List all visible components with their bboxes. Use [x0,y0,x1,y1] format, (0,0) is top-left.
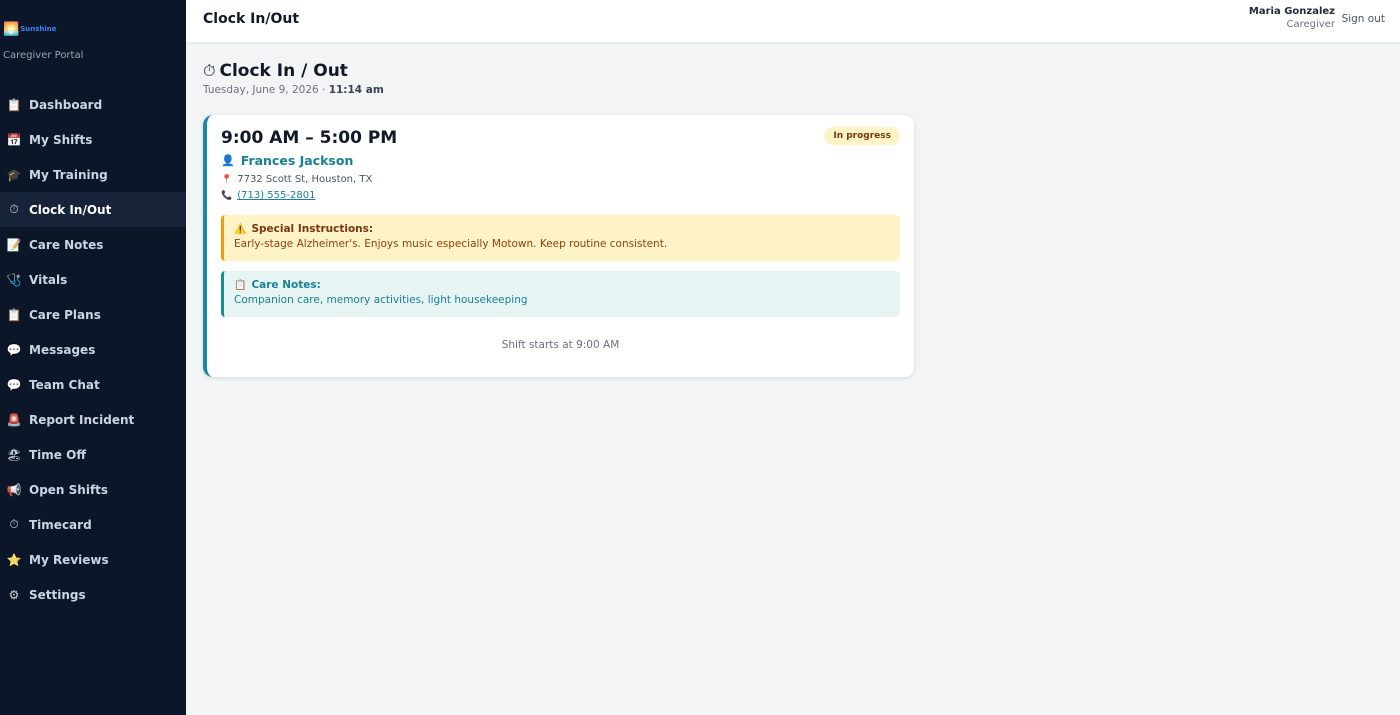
brand-logo[interactable]: 🌅 Sunshine [0,0,186,40]
stopwatch-icon: ⏱ [203,61,216,80]
phone-row: 📞 (713) 555-2801 [221,190,315,201]
messages-icon: 💬 [6,342,22,357]
date-text: Tuesday, June 9, 2026 · [203,84,329,96]
sidebar-item-team-chat[interactable]: 💬 Team Chat [0,367,186,402]
care-notes-label: Care Notes: [251,279,321,291]
team-chat-icon: 💬 [6,377,22,392]
brand-logo-text: Sunshine [20,25,57,33]
topbar: Clock In/Out Maria Gonzalez Caregiver Si… [186,0,1400,43]
current-date: Tuesday, June 9, 2026 · 11:14 am [203,84,384,96]
care-plans-icon: 📋 [6,307,22,322]
sidebar-item-dashboard[interactable]: 📋 Dashboard [0,87,186,122]
special-instructions-title: ⚠️ Special Instructions: [234,223,890,235]
sidebar-item-label: Settings [29,587,86,602]
portal-label: Caregiver Portal [3,50,84,61]
sun-logo-icon: 🌅 [3,21,20,37]
sidebar-item-open-shifts[interactable]: 📢 Open Shifts [0,472,186,507]
sidebar-item-my-reviews[interactable]: ⭐ My Reviews [0,542,186,577]
heading-text: Clock In / Out [219,61,348,81]
user-info: Maria Gonzalez Caregiver [1249,6,1335,30]
sidebar-item-care-plans[interactable]: 📋 Care Plans [0,297,186,332]
care-notes-box: 📋 Care Notes: Companion care, memory act… [221,271,900,317]
location-pin-icon: 📍 [221,174,233,185]
sidebar-item-messages[interactable]: 💬 Messages [0,332,186,367]
status-badge: In progress [824,127,900,145]
phone-link[interactable]: (713) 555-2801 [237,190,315,201]
my-shifts-icon: 📅 [6,132,22,147]
sidebar-item-label: Care Notes [29,237,104,252]
warning-icon: ⚠️ [234,223,247,235]
vitals-icon: 🩺 [6,272,22,287]
sidebar-item-clock-in-out[interactable]: ⏱ Clock In/Out [0,192,186,227]
report-incident-icon: 🚨 [6,412,22,427]
sidebar-item-my-training[interactable]: 🎓 My Training [0,157,186,192]
sidebar-item-label: Dashboard [29,97,103,112]
user-name: Maria Gonzalez [1248,6,1335,17]
timecard-icon: ⏱ [9,517,19,531]
my-reviews-icon: ⭐ [6,552,22,567]
clipboard-icon: 📋 [234,279,247,291]
sidebar-item-label: My Shifts [29,132,93,147]
sidebar-item-label: Vitals [29,272,68,287]
phone-icon: 📞 [221,190,233,201]
sidebar-item-label: Care Plans [29,307,101,322]
special-instructions-box: ⚠️ Special Instructions: Early-stage Alz… [221,215,900,261]
shift-start-message: Shift starts at 9:00 AM [501,339,620,351]
client-address: 7732 Scott St, Houston, TX [237,174,373,185]
care-notes-text: Companion care, memory activities, light… [234,294,528,306]
sidebar-item-report-incident[interactable]: 🚨 Report Incident [0,402,186,437]
user-role: Caregiver [1286,19,1335,30]
shift-time-range: 9:00 AM – 5:00 PM [221,128,398,148]
shift-card: 9:00 AM – 5:00 PM In progress 👤 Frances … [203,115,914,377]
sidebar-item-my-shifts[interactable]: 📅 My Shifts [0,122,186,157]
care-notes-icon: 📝 [6,237,22,252]
sidebar-item-settings[interactable]: ⚙ Settings [0,577,186,612]
sidebar-item-time-off[interactable]: 🏖 Time Off [0,437,186,472]
settings-icon: ⚙ [8,587,20,602]
sidebar-item-label: Clock In/Out [29,202,112,217]
page-title: Clock In/Out [203,11,300,27]
sidebar-item-label: Report Incident [29,412,135,427]
dashboard-icon: 📋 [6,97,22,112]
sidebar-nav: 📋 Dashboard 📅 My Shifts 🎓 My Training ⏱ Clock I… [0,87,186,612]
sidebar-item-care-notes[interactable]: 📝 Care Notes [0,227,186,262]
sidebar-item-label: Messages [29,342,96,357]
client-row: 👤 Frances Jackson [221,153,353,168]
sidebar-item-label: Time Off [29,447,87,462]
special-instructions-text: Early-stage Alzheimer's. Enjoys music es… [234,238,668,250]
special-instructions-label: Special Instructions: [251,223,374,235]
my-training-icon: 🎓 [6,167,22,182]
main-content: ⏱ Clock In / Out Tuesday, June 9, 2026 ·… [186,43,1400,715]
sidebar-item-label: Team Chat [29,377,100,392]
address-row: 📍 7732 Scott St, Houston, TX [221,174,372,185]
clock-in-out-icon: ⏱ [9,202,19,216]
sidebar: 🌅 Sunshine Caregiver Portal 📋 Dashboard 📅 M… [0,0,186,715]
sidebar-item-vitals[interactable]: 🩺 Vitals [0,262,186,297]
sidebar-item-label: Open Shifts [29,482,109,497]
sign-out-button[interactable]: Sign out [1342,13,1385,25]
person-icon: 👤 [221,154,235,167]
care-notes-title: 📋 Care Notes: [234,279,890,291]
sidebar-item-label: My Reviews [29,552,109,567]
time-off-icon: 🏖 [6,447,22,462]
open-shifts-icon: 📢 [6,482,22,497]
client-name-link[interactable]: Frances Jackson [241,153,354,168]
current-time: 11:14 am [328,84,384,96]
sidebar-item-label: My Training [29,167,108,182]
sidebar-item-timecard[interactable]: ⏱ Timecard [0,507,186,542]
page-heading: ⏱ Clock In / Out [203,61,348,81]
sidebar-item-label: Timecard [29,517,92,532]
